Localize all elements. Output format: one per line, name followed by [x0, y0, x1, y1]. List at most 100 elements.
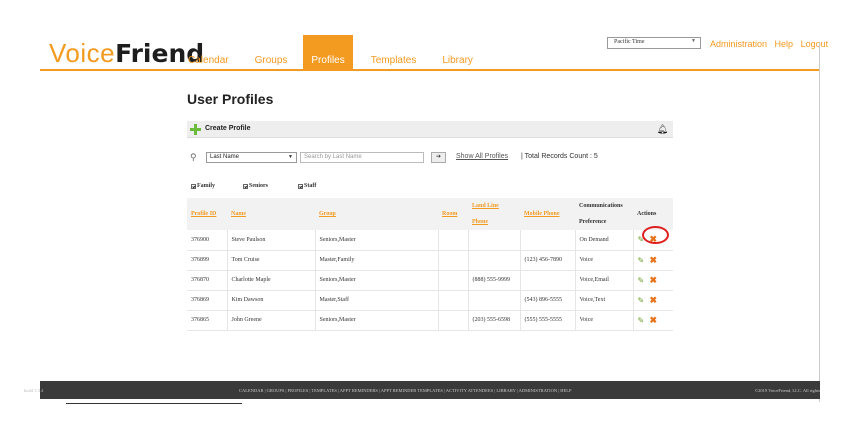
col-mobile[interactable]: Mobile Phone: [520, 198, 575, 230]
cell-profile-id: 376870: [187, 270, 228, 291]
cell-comm-pref: On Demand: [575, 230, 634, 251]
cell-comm-pref: Voice: [575, 250, 634, 271]
footer-nav-links[interactable]: CALENDAR | GROUPS | PROFILES | TEMPLATES…: [239, 388, 571, 393]
create-profile-bar: Create Profile 🔔︎: [187, 121, 673, 138]
app-header: VoiceFriend Calendar Groups Profiles Tem…: [40, 35, 828, 71]
cell-comm-pref: Voice: [575, 310, 634, 331]
cell-group: Seniors,Master: [315, 310, 439, 331]
pencil-icon[interactable]: ✎: [638, 316, 648, 326]
delete-x-icon[interactable]: ✖: [650, 315, 660, 325]
tab-calendar[interactable]: Calendar: [180, 35, 237, 71]
tab-groups[interactable]: Groups: [247, 35, 296, 71]
filter-staff[interactable]: Staff: [298, 183, 316, 189]
filter-seniors-label: Seniors: [249, 183, 269, 189]
cell-landline: [468, 250, 521, 271]
build-version: build 5.3.4: [24, 388, 44, 393]
cell-name: Charlotte Maple: [227, 270, 316, 291]
col-landline[interactable]: Land Line Phone: [468, 198, 520, 230]
cell-landline: [468, 230, 521, 251]
cell-name: Steve Paulson: [227, 230, 316, 251]
cell-comm-pref: Voice,Email: [575, 270, 634, 291]
pencil-icon[interactable]: ✎: [638, 256, 648, 266]
table-row: 376899 Tom Cruise Master,Family (123) 45…: [187, 250, 673, 271]
chevron-down-icon: ▼: [691, 39, 696, 44]
cell-room: [438, 290, 469, 311]
col-profile-id[interactable]: Profile ID: [187, 198, 227, 230]
cell-room: [438, 310, 469, 331]
cell-actions: ✎ ✖: [633, 290, 673, 311]
table-header-row: Profile ID Name Group Room Land Line Pho…: [187, 198, 673, 230]
cell-actions: ✎ ✖: [633, 310, 673, 331]
administration-link[interactable]: Administration: [710, 39, 767, 49]
delete-highlight-circle: [642, 226, 669, 244]
logout-link[interactable]: Logout: [801, 39, 829, 49]
cell-name: Kim Dawson: [227, 290, 316, 311]
filter-seniors[interactable]: Seniors: [243, 183, 268, 189]
delete-x-icon[interactable]: ✖: [650, 295, 660, 305]
filter-family[interactable]: Family: [191, 183, 215, 189]
cell-landline: (888) 555-9999: [468, 270, 521, 291]
timezone-select[interactable]: Pacific Time ▼: [607, 37, 701, 49]
cell-room: [438, 270, 469, 291]
cell-room: [438, 250, 469, 271]
tab-templates[interactable]: Templates: [363, 35, 425, 71]
timezone-value: Pacific Time: [614, 39, 645, 45]
page-right-border: [819, 42, 820, 402]
search-input[interactable]: Search by Last Name: [300, 152, 424, 163]
filter-staff-label: Staff: [304, 183, 317, 189]
col-room[interactable]: Room: [438, 198, 468, 230]
profiles-table: Profile ID Name Group Room Land Line Pho…: [187, 198, 673, 331]
show-all-profiles-link[interactable]: Show All Profiles: [456, 153, 508, 160]
cell-name: John Greene: [227, 310, 316, 331]
cell-mobile: (123) 456-7890: [520, 250, 576, 271]
search-go-button[interactable]: ➔: [431, 152, 446, 163]
cell-profile-id: 376900: [187, 230, 228, 251]
cell-mobile: (543) 896-5555: [520, 290, 576, 311]
page-title: User Profiles: [187, 91, 274, 107]
pencil-icon[interactable]: ✎: [638, 296, 648, 306]
filter-seniors-checkbox[interactable]: [243, 183, 248, 189]
col-group[interactable]: Group: [315, 198, 438, 230]
cell-comm-pref: Voice,Text: [575, 290, 634, 311]
create-profile-button[interactable]: Create Profile: [205, 125, 251, 132]
plus-icon[interactable]: [190, 124, 201, 135]
cell-group: Master,Family: [315, 250, 439, 271]
footer-divider: [66, 403, 242, 404]
col-name[interactable]: Name: [227, 198, 315, 230]
help-link[interactable]: Help: [775, 39, 794, 49]
filter-staff-checkbox[interactable]: [298, 183, 303, 189]
cell-mobile: [520, 230, 576, 251]
filter-family-label: Family: [197, 183, 215, 189]
cell-group: Seniors,Master: [315, 270, 439, 291]
cell-mobile: [520, 270, 576, 291]
main-nav: Calendar Groups Profiles Templates Libra…: [180, 35, 491, 71]
table-row: 376900 Steve Paulson Seniors,Master On D…: [187, 230, 673, 251]
footer-copyright: ©2019 VoiceFriend, LLC. All rights: [754, 388, 820, 393]
cell-group: Master,Staff: [315, 290, 439, 311]
cell-name: Tom Cruise: [227, 250, 316, 271]
bell-icon[interactable]: 🔔︎: [657, 124, 668, 135]
cell-room: [438, 230, 469, 251]
total-records-count: | Total Records Count : 5: [521, 153, 598, 160]
search-row: ⚲ Last Name ▼ Search by Last Name ➔ Show…: [187, 152, 687, 166]
cell-actions: ✎ ✖: [633, 250, 673, 271]
logo-voice-text: Voice: [49, 38, 116, 68]
search-field-value: Last Name: [210, 154, 240, 160]
top-links: Administration Help Logout: [705, 39, 828, 49]
filter-family-checkbox[interactable]: [191, 183, 196, 189]
pencil-icon[interactable]: ✎: [638, 276, 648, 286]
delete-x-icon[interactable]: ✖: [650, 275, 660, 285]
search-field-select[interactable]: Last Name ▼: [206, 152, 297, 163]
col-comm-pref: Communications Preference: [575, 198, 633, 230]
table-row: 376869 Kim Dawson Master,Staff (543) 896…: [187, 290, 673, 311]
search-icon: ⚲: [190, 152, 197, 162]
table-row: 376865 John Greene Seniors,Master (203) …: [187, 310, 673, 331]
cell-landline: (203) 555-6598: [468, 310, 521, 331]
delete-x-icon[interactable]: ✖: [650, 255, 660, 265]
tab-library[interactable]: Library: [434, 35, 481, 71]
tab-profiles[interactable]: Profiles: [303, 35, 353, 71]
page-footer: build 5.3.4 CALENDAR | GROUPS | PROFILES…: [24, 381, 820, 399]
cell-mobile: (555) 555-5555: [520, 310, 576, 331]
group-filters: Family Seniors Staff: [191, 183, 391, 193]
cell-actions: ✎ ✖: [633, 270, 673, 291]
